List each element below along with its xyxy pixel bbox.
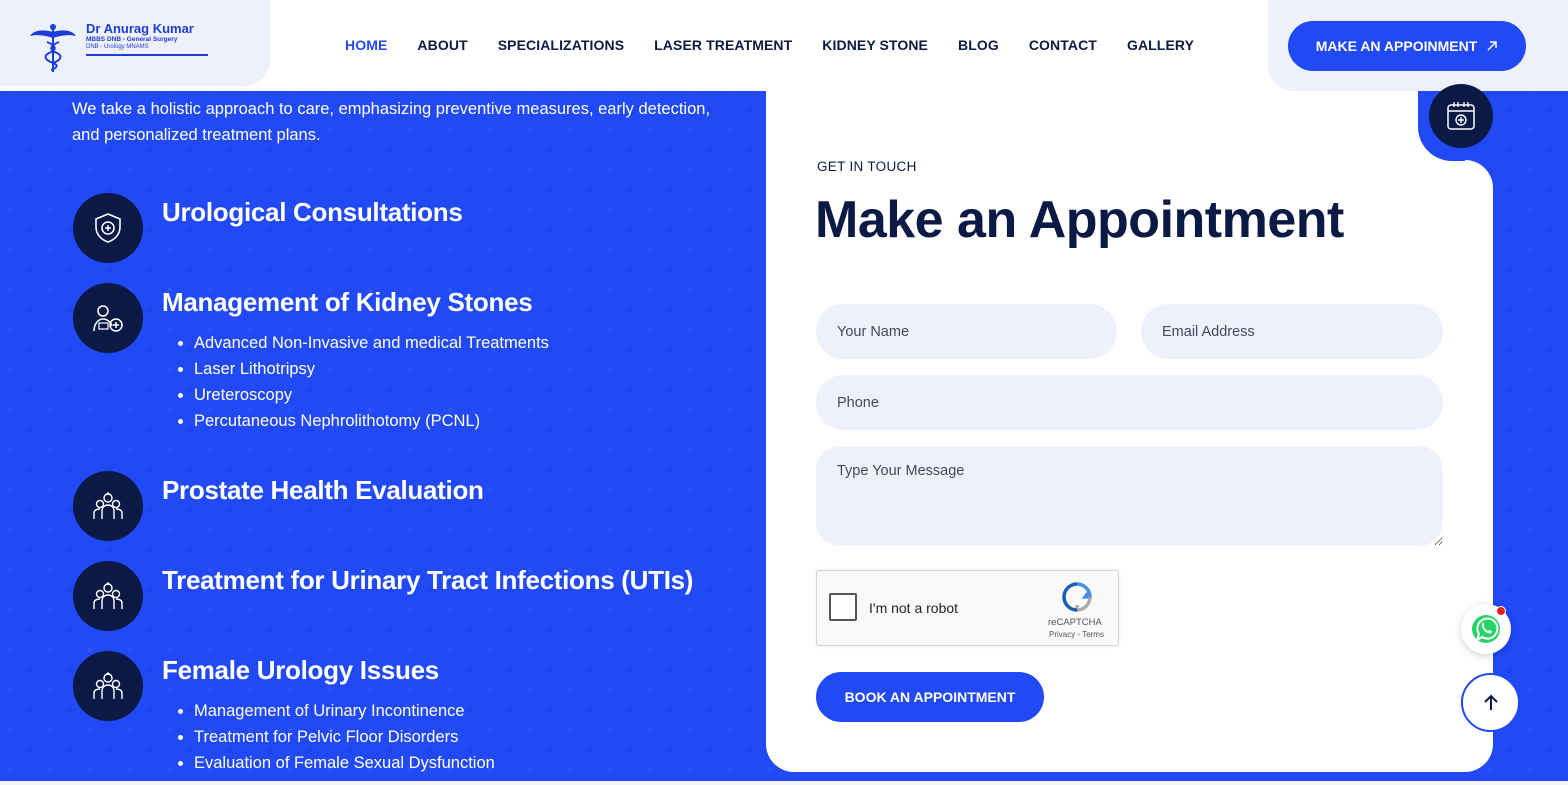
list-item: Evaluation of Female Sexual Dysfunction xyxy=(176,750,495,776)
section-divider xyxy=(0,781,1568,785)
service-title-uti-treatment: Treatment for Urinary Tract Infections (… xyxy=(162,565,694,595)
recaptcha-logo-icon xyxy=(1062,582,1092,612)
logo-name: Dr Anurag Kumar xyxy=(86,21,194,36)
recaptcha-label: I'm not a robot xyxy=(869,600,959,616)
nav-blog[interactable]: BLOG xyxy=(943,33,1014,57)
logo-qualification-1: MBBS DNB - General Surgery xyxy=(86,36,178,43)
nav-contact[interactable]: CONTACT xyxy=(1014,33,1112,57)
service-title-female-urology: Female Urology Issues xyxy=(162,655,439,685)
intro-text: We take a holistic approach to care, emp… xyxy=(72,100,711,144)
recaptcha-widget: I'm not a robot reCAPTCHA Privacy - Term… xyxy=(816,570,1119,646)
nav-kidney-stone[interactable]: KIDNEY STONE xyxy=(807,33,943,57)
message-textarea[interactable] xyxy=(816,446,1443,546)
name-input[interactable] xyxy=(816,304,1117,359)
service-title-urological-consultations: Urological Consultations xyxy=(162,197,463,227)
list-item: Laser Lithotripsy xyxy=(176,356,549,382)
whatsapp-icon xyxy=(1472,615,1500,643)
nav-laser-treatment[interactable]: LASER TREATMENT xyxy=(639,33,807,57)
list-item: Management of Urinary Incontinence xyxy=(176,698,495,724)
nav-about[interactable]: ABOUT xyxy=(402,33,482,57)
form-kicker: GET IN TOUCH xyxy=(817,159,917,174)
main-nav: HOME ABOUT SPECIALIZATIONS LASER TREATME… xyxy=(330,33,1209,57)
nav-gallery[interactable]: GALLERY xyxy=(1112,33,1209,57)
doctor-patient-icon xyxy=(73,283,143,353)
medical-team-icon xyxy=(73,471,143,541)
logo-underline xyxy=(86,54,208,56)
kidney-stones-list: Advanced Non-Invasive and medical Treatm… xyxy=(176,330,549,434)
caduceus-icon xyxy=(30,24,76,72)
medical-team-icon xyxy=(73,651,143,721)
site-logo[interactable]: Dr Anurag Kumar MBBS DNB - General Surge… xyxy=(28,18,213,74)
logo-qualification-2: DNB - Urology MNAMS xyxy=(86,44,149,50)
service-title-kidney-stones: Management of Kidney Stones xyxy=(162,287,533,317)
nav-home[interactable]: HOME xyxy=(330,33,402,57)
calendar-medical-icon xyxy=(1429,84,1493,148)
list-item: Ureteroscopy xyxy=(176,382,549,408)
medical-team-icon xyxy=(73,561,143,631)
arrow-up-icon xyxy=(1483,694,1498,710)
recaptcha-links[interactable]: Privacy - Terms xyxy=(1049,630,1104,639)
arrow-up-right-icon xyxy=(1487,41,1498,51)
recaptcha-brand: reCAPTCHA xyxy=(1048,617,1102,628)
make-appointment-label: MAKE AN APPOINMENT xyxy=(1315,38,1478,54)
list-item: Advanced Non-Invasive and medical Treatm… xyxy=(176,330,549,356)
female-urology-list: Management of Urinary Incontinence Treat… xyxy=(176,698,495,776)
email-input[interactable] xyxy=(1141,304,1443,359)
list-item: Treatment for Pelvic Floor Disorders xyxy=(176,724,495,750)
service-title-prostate-health: Prostate Health Evaluation xyxy=(162,475,484,505)
scroll-to-top-button[interactable] xyxy=(1461,673,1520,732)
shield-medical-icon xyxy=(73,193,143,263)
notification-dot xyxy=(1496,606,1506,616)
recaptcha-checkbox[interactable] xyxy=(829,593,857,621)
phone-input[interactable] xyxy=(816,375,1443,430)
make-appointment-button[interactable]: MAKE AN APPOINMENT xyxy=(1288,21,1526,71)
list-item: Percutaneous Nephrolithotomy (PCNL) xyxy=(176,408,549,434)
nav-specializations[interactable]: SPECIALIZATIONS xyxy=(483,33,639,57)
book-appointment-button[interactable]: BOOK AN APPOINTMENT xyxy=(816,672,1044,722)
form-title: Make an Appointment xyxy=(815,191,1344,249)
